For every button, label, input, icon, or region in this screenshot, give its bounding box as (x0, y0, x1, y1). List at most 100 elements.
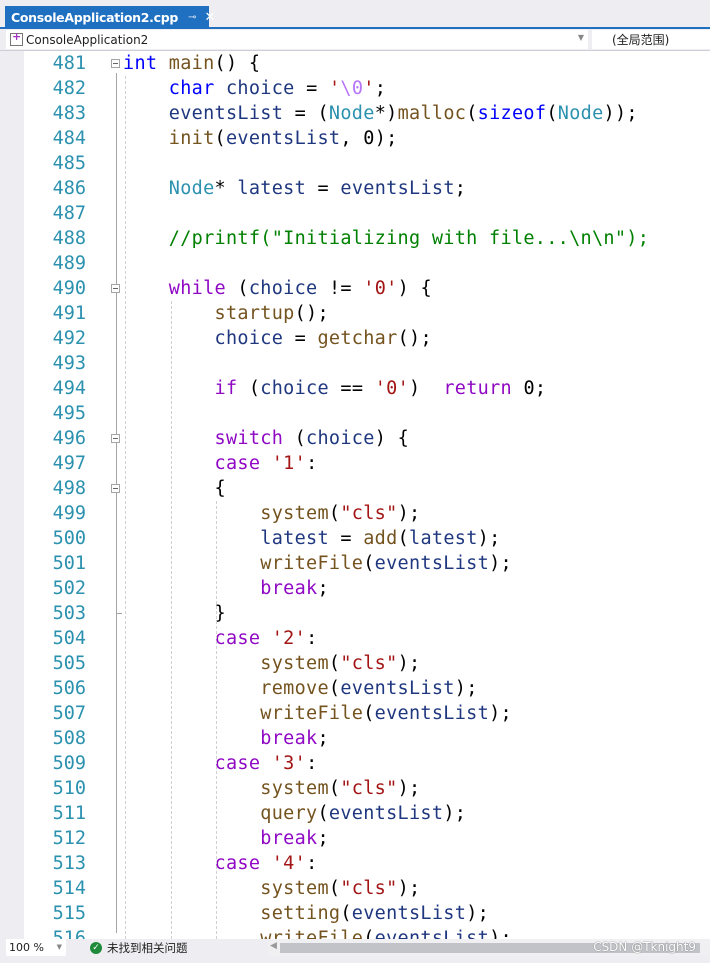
document-tab-bar: ConsoleApplication2.cpp ⊸ ✕ (0, 0, 710, 29)
code-text[interactable]: system("cls"); (123, 651, 420, 676)
code-text[interactable]: break; (123, 576, 329, 601)
code-line[interactable]: 496 switch (choice) { (0, 426, 710, 451)
code-text[interactable]: init(eventsList, 0); (123, 126, 398, 151)
code-line[interactable]: 511 query(eventsList); (0, 801, 710, 826)
scroll-left-icon[interactable]: ◀ (270, 941, 277, 951)
pin-icon[interactable]: ⊸ (188, 12, 196, 23)
code-line[interactable]: 515 setting(eventsList); (0, 901, 710, 926)
code-line[interactable]: 482 char choice = '\0'; (0, 76, 710, 101)
chevron-down-icon[interactable]: ▼ (57, 943, 62, 951)
horizontal-scrollbar[interactable]: ◀ CSDN @Tknight9 (268, 939, 710, 956)
code-line[interactable]: 502 break; (0, 576, 710, 601)
code-text[interactable]: break; (123, 726, 329, 751)
code-line[interactable]: 492 choice = getchar(); (0, 326, 710, 351)
code-line[interactable]: 494 if (choice == '0') return 0; (0, 376, 710, 401)
document-tab[interactable]: ConsoleApplication2.cpp ⊸ ✕ (5, 6, 215, 28)
code-line[interactable]: 498 { (0, 476, 710, 501)
navigation-bar: ConsoleApplication2 ▼ (全局范围) (0, 29, 710, 51)
scope-dropdown[interactable]: (全局范围) (592, 30, 710, 49)
code-line[interactable]: 497 case '1': (0, 451, 710, 476)
code-text[interactable]: choice = getchar(); (123, 326, 432, 351)
code-line[interactable]: 481 int main() { (0, 51, 710, 76)
code-text[interactable]: query(eventsList); (123, 801, 466, 826)
code-text[interactable]: while (choice != '0') { (123, 276, 432, 301)
code-text[interactable]: switch (choice) { (123, 426, 409, 451)
scope-label: (全局范围) (612, 33, 670, 47)
issues-indicator[interactable]: ✓ 未找到相关问题 (90, 940, 188, 956)
code-line[interactable]: 488 //printf("Initializing with file...\… (0, 226, 710, 251)
code-line[interactable]: 514 system("cls"); (0, 876, 710, 901)
code-text[interactable]: eventsList = (Node*)malloc(sizeof(Node))… (123, 101, 638, 126)
code-text[interactable]: //printf("Initializing with file...\n\n"… (123, 226, 649, 251)
code-line[interactable]: 516 writeFile(eventsList); (0, 926, 710, 939)
code-text[interactable]: system("cls"); (123, 876, 420, 901)
code-text[interactable]: writeFile(eventsList); (123, 551, 512, 576)
watermark: CSDN @Tknight9 (593, 940, 696, 954)
code-line[interactable]: 485 (0, 151, 710, 176)
code-text[interactable]: if (choice == '0') return 0; (123, 376, 547, 401)
line-number: 499 (52, 503, 86, 524)
code-line[interactable]: 506 remove(eventsList); (0, 676, 710, 701)
code-line[interactable]: 493 (0, 351, 710, 376)
code-text[interactable]: } (123, 601, 226, 626)
code-text[interactable]: setting(eventsList); (123, 901, 489, 926)
code-text[interactable]: case '3': (123, 751, 318, 776)
code-line[interactable]: 509 case '3': (0, 751, 710, 776)
code-line[interactable]: 489 (0, 251, 710, 276)
line-number: 509 (52, 753, 86, 774)
code-text[interactable]: system("cls"); (123, 501, 420, 526)
line-number: 490 (52, 278, 86, 299)
code-line[interactable]: 499 system("cls"); (0, 501, 710, 526)
collapse-icon[interactable] (111, 284, 120, 293)
line-number: 510 (52, 778, 86, 799)
code-line[interactable]: 486 Node* latest = eventsList; (0, 176, 710, 201)
project-name: ConsoleApplication2 (26, 32, 149, 47)
code-text[interactable]: case '1': (123, 451, 318, 476)
indent-guide (125, 76, 126, 939)
code-text[interactable]: startup(); (123, 301, 329, 326)
code-text[interactable]: { (123, 476, 226, 501)
bottom-border (0, 957, 710, 963)
code-line[interactable]: 505 system("cls"); (0, 651, 710, 676)
code-text[interactable]: Node* latest = eventsList; (123, 176, 466, 201)
collapse-icon[interactable] (111, 434, 120, 443)
code-text[interactable]: system("cls"); (123, 776, 420, 801)
code-line[interactable]: 512 break; (0, 826, 710, 851)
zoom-dropdown[interactable]: 100 % ▼ (6, 939, 66, 956)
code-text[interactable]: writeFile(eventsList); (123, 926, 512, 939)
code-line[interactable]: 500 latest = add(latest); (0, 526, 710, 551)
collapse-icon[interactable] (111, 59, 120, 68)
code-line[interactable]: 513 case '4': (0, 851, 710, 876)
code-line[interactable]: 495 (0, 401, 710, 426)
code-text[interactable]: int main() { (123, 51, 260, 76)
code-line[interactable]: 507 writeFile(eventsList); (0, 701, 710, 726)
code-line[interactable]: 484 init(eventsList, 0); (0, 126, 710, 151)
code-text[interactable]: break; (123, 826, 329, 851)
code-editor[interactable]: 481 int main() {482 char choice = '\0'; 48… (0, 51, 710, 939)
code-text[interactable]: case '4': (123, 851, 318, 876)
code-text[interactable]: case '2': (123, 626, 318, 651)
code-line[interactable]: 501 writeFile(eventsList); (0, 551, 710, 576)
line-number: 506 (52, 678, 86, 699)
code-text[interactable]: remove(eventsList); (123, 676, 478, 701)
code-line[interactable]: 504 case '2': (0, 626, 710, 651)
close-icon[interactable]: ✕ (204, 10, 215, 25)
collapse-icon[interactable] (111, 484, 120, 493)
code-line[interactable]: 490 while (choice != '0') { (0, 276, 710, 301)
line-number: 486 (52, 178, 86, 199)
line-number: 513 (52, 853, 86, 874)
indent-guide (170, 301, 172, 939)
chevron-down-icon[interactable]: ▼ (578, 33, 584, 42)
line-number: 487 (52, 203, 86, 224)
code-line[interactable]: 510 system("cls"); (0, 776, 710, 801)
line-number: 507 (52, 703, 86, 724)
code-line[interactable]: 503 } (0, 601, 710, 626)
code-line[interactable]: 483 eventsList = (Node*)malloc(sizeof(No… (0, 101, 710, 126)
code-line[interactable]: 487 (0, 201, 710, 226)
code-line[interactable]: 508 break; (0, 726, 710, 751)
code-text[interactable]: char choice = '\0'; (123, 76, 386, 101)
code-line[interactable]: 491 startup(); (0, 301, 710, 326)
project-dropdown[interactable]: ConsoleApplication2 ▼ (6, 30, 588, 49)
code-text[interactable]: writeFile(eventsList); (123, 701, 512, 726)
code-text[interactable]: latest = add(latest); (123, 526, 501, 551)
